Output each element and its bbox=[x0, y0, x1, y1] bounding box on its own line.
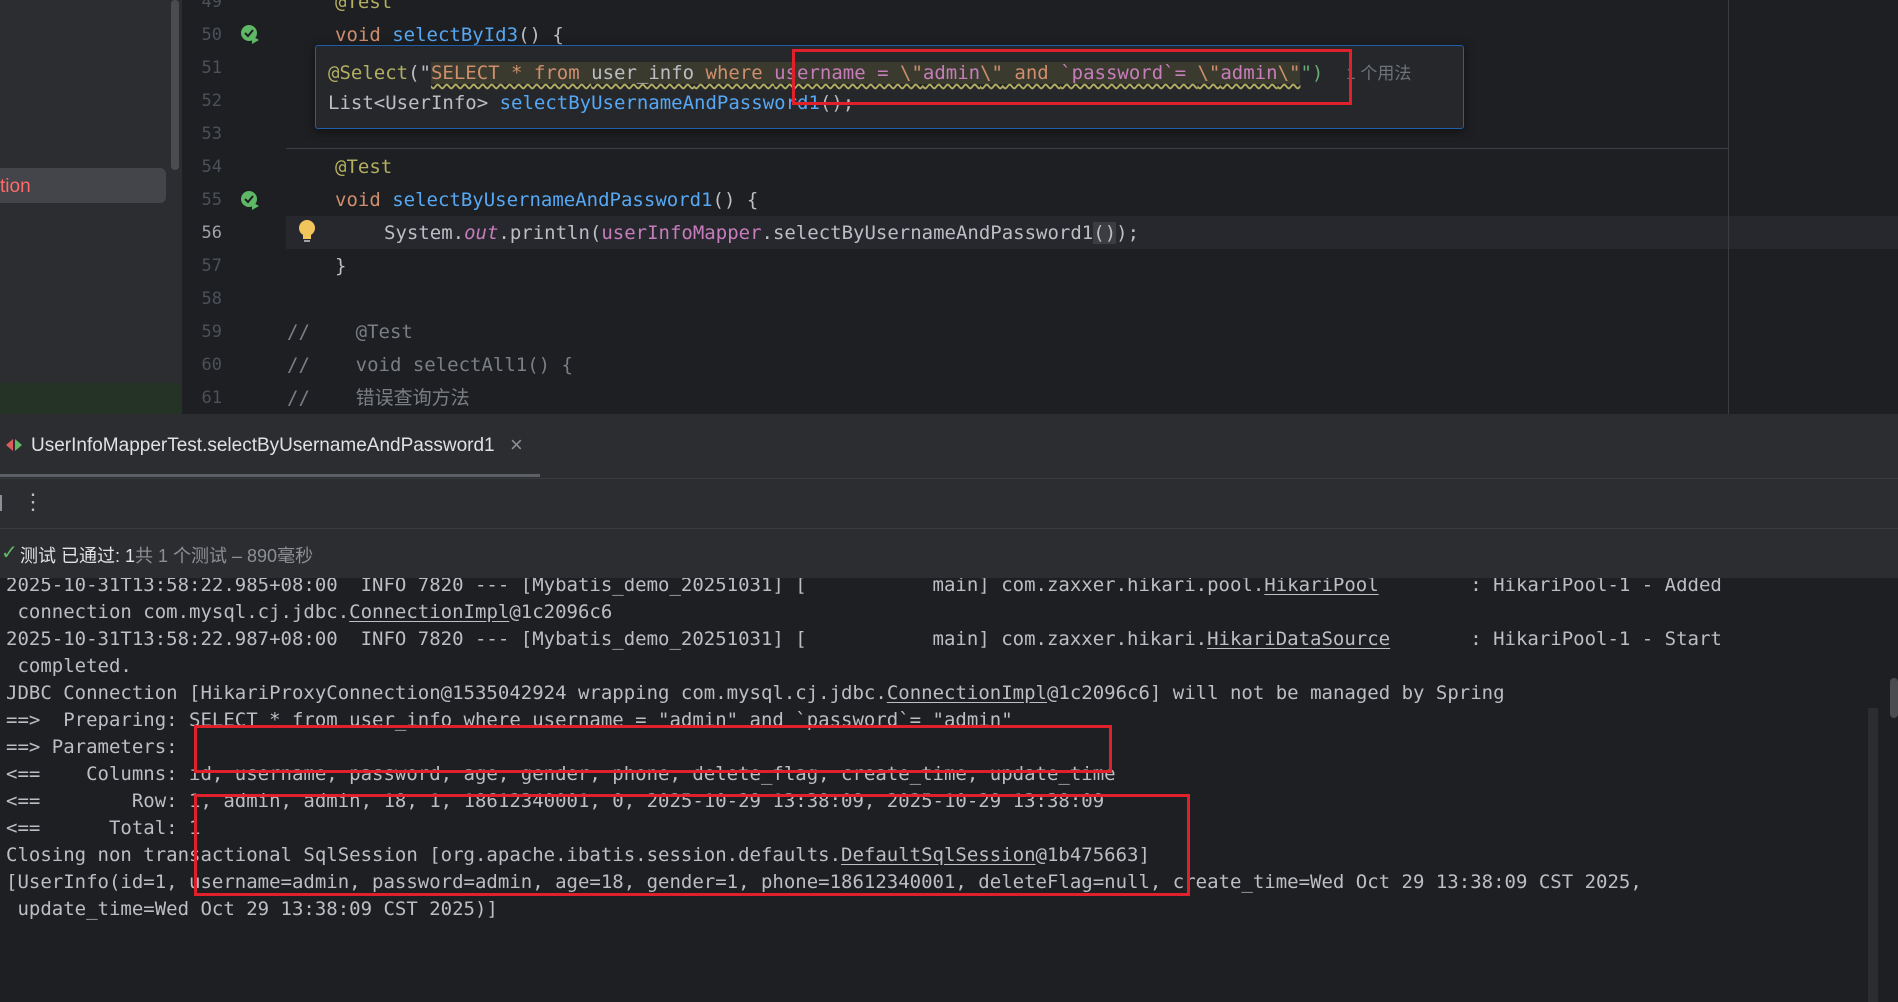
inlay-line-method: List<UserInfo> selectByUsernameAndPasswo… bbox=[328, 92, 855, 114]
console-line: connection com.mysql.cj.jdbc.ConnectionI… bbox=[6, 601, 613, 623]
test-status-bar: ✓ 测试 已通过: 1共 1 个测试 – 890毫秒 bbox=[0, 528, 1898, 579]
console-line: 2025-10-31T13:58:22.987+08:00 INFO 7820 … bbox=[6, 628, 1722, 650]
console-output[interactable]: 2025-10-31T13:58:22.985+08:00 INFO 7820 … bbox=[0, 578, 1898, 1002]
console-line-total: <== Total: 1 bbox=[6, 817, 201, 839]
console-scrollbar[interactable] bbox=[1868, 708, 1878, 1002]
tab-label: UserInfoMapperTest.selectByUsernameAndPa… bbox=[31, 435, 495, 456]
tab-run-configuration[interactable]: UserInfoMapperTest.selectByUsernameAndPa… bbox=[0, 414, 540, 477]
editor-area[interactable]: tion 49 50 51 52 53 54 55 56 57 58 59 60… bbox=[0, 0, 1898, 414]
code-line-54: @Test bbox=[335, 156, 393, 178]
line-number: 58 bbox=[201, 289, 222, 309]
console-scrollbar-thumb[interactable] bbox=[1890, 678, 1898, 718]
project-tree-highlight bbox=[0, 383, 182, 414]
project-tree-item-label: tion bbox=[0, 176, 31, 197]
test-config-icon bbox=[6, 439, 22, 451]
line-number: 61 bbox=[201, 388, 222, 408]
tab-active-indicator bbox=[0, 474, 540, 477]
inlay-separator bbox=[286, 148, 1728, 149]
run-test-passed-icon[interactable] bbox=[240, 190, 260, 210]
pin-icon[interactable] bbox=[0, 495, 8, 511]
line-number: 49 bbox=[201, 0, 222, 12]
run-test-passed-icon[interactable] bbox=[240, 24, 260, 44]
code-line-49: @Test bbox=[335, 0, 393, 13]
console-link[interactable]: ConnectionImpl bbox=[887, 682, 1047, 704]
console-line-parameters: ==> Parameters: bbox=[6, 736, 190, 758]
run-tool-window[interactable]: UserInfoMapperTest.selectByUsernameAndPa… bbox=[0, 414, 1898, 1002]
code-line-61: // 错误查询方法 bbox=[287, 387, 470, 409]
line-number: 57 bbox=[201, 256, 222, 276]
console-link[interactable]: HikariPool bbox=[1264, 578, 1378, 596]
highlight-box-prepared-sql bbox=[194, 725, 1112, 773]
project-tree-selected-item[interactable]: tion bbox=[0, 168, 166, 203]
console-line: completed. bbox=[6, 655, 132, 677]
highlight-box-sql-condition bbox=[792, 49, 1352, 105]
console-link[interactable]: HikariDataSource bbox=[1207, 628, 1390, 650]
code-line-55: void selectByUsernameAndPassword1() { bbox=[335, 189, 759, 211]
project-panel[interactable]: tion bbox=[0, 0, 182, 414]
console-line: JDBC Connection [HikariProxyConnection@1… bbox=[6, 682, 1505, 704]
console-link[interactable]: ConnectionImpl bbox=[349, 601, 509, 623]
line-number: 50 bbox=[201, 25, 222, 45]
highlight-box-result-rows bbox=[194, 794, 1190, 896]
line-number-gutter[interactable]: 49 50 51 52 53 54 55 56 57 58 59 60 61 bbox=[182, 0, 286, 414]
code-line-60: // void selectAll1() { bbox=[287, 354, 573, 376]
code-line-56: System.out.println(userInfoMapper.select… bbox=[384, 222, 1140, 244]
console-line: 2025-10-31T13:58:22.985+08:00 INFO 7820 … bbox=[6, 578, 1722, 599]
line-number: 55 bbox=[201, 190, 222, 210]
test-status-text: 测试 已通过: 1共 1 个测试 – 890毫秒 bbox=[20, 546, 314, 566]
line-number: 53 bbox=[201, 124, 222, 144]
line-number: 56 bbox=[201, 223, 222, 243]
line-number: 54 bbox=[201, 157, 222, 177]
line-number: 52 bbox=[201, 91, 222, 111]
console-line-result: update_time=Wed Oct 29 13:38:09 CST 2025… bbox=[6, 898, 498, 920]
code-line-59: // @Test bbox=[287, 321, 413, 343]
close-icon[interactable]: × bbox=[510, 432, 523, 458]
run-toolbar: ⋮ bbox=[0, 478, 1898, 529]
usages-hint[interactable]: 1 个用法 bbox=[1346, 64, 1411, 83]
line-number: 59 bbox=[201, 322, 222, 342]
code-line-57: } bbox=[335, 255, 347, 277]
project-scrollbar[interactable] bbox=[171, 0, 179, 170]
run-tab-bar: UserInfoMapperTest.selectByUsernameAndPa… bbox=[0, 414, 1898, 478]
line-number: 60 bbox=[201, 355, 222, 375]
more-options-icon[interactable]: ⋮ bbox=[22, 489, 44, 515]
check-icon: ✓ bbox=[1, 540, 18, 564]
line-number: 51 bbox=[201, 58, 222, 78]
